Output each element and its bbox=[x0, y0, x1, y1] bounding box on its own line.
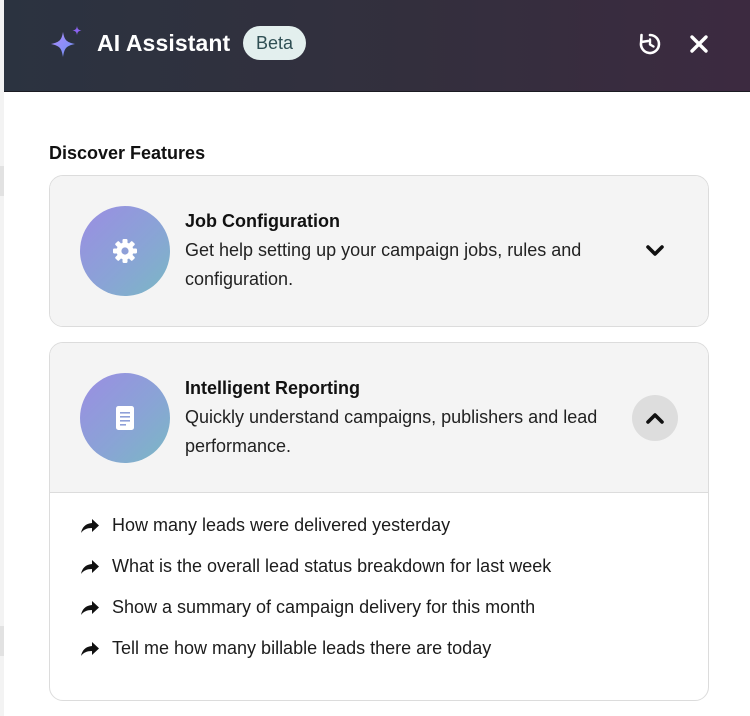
share-arrow-icon bbox=[81, 519, 99, 533]
feature-title: Intelligent Reporting bbox=[185, 378, 360, 398]
suggested-prompt[interactable]: How many leads were delivered yesterday bbox=[80, 515, 680, 556]
section-title: Discover Features bbox=[49, 143, 206, 163]
feature-card-intelligent-reporting: Intelligent Reporting Quickly understand… bbox=[49, 342, 709, 701]
suggested-prompt[interactable]: What is the overall lead status breakdow… bbox=[80, 556, 680, 597]
feature-description: Quickly understand campaigns, publishers… bbox=[185, 407, 598, 456]
ai-assistant-panel: AI Assistant Beta Discover Features Job … bbox=[4, 0, 750, 716]
feature-card-header[interactable]: Intelligent Reporting Quickly understand… bbox=[50, 343, 708, 493]
suggested-prompt-text: How many leads were delivered yesterday bbox=[112, 515, 451, 535]
expand-toggle[interactable] bbox=[632, 228, 678, 274]
feature-card-header[interactable]: Job Configuration Get help setting up yo… bbox=[50, 176, 708, 326]
feature-description: Get help setting up your campaign jobs, … bbox=[185, 240, 582, 289]
panel-header: AI Assistant Beta bbox=[4, 0, 750, 92]
history-button[interactable] bbox=[637, 31, 663, 57]
history-icon bbox=[639, 33, 661, 55]
share-arrow-icon bbox=[81, 560, 99, 574]
suggested-prompt-text: Tell me how many billable leads there ar… bbox=[112, 638, 492, 658]
suggested-prompt[interactable]: Tell me how many billable leads there ar… bbox=[80, 638, 680, 679]
suggested-prompt-text: Show a summary of campaign delivery for … bbox=[112, 597, 536, 617]
suggested-prompt[interactable]: Show a summary of campaign delivery for … bbox=[80, 597, 680, 638]
share-arrow-icon bbox=[81, 642, 99, 656]
collapse-toggle[interactable] bbox=[632, 395, 678, 441]
feature-card-job-configuration: Job Configuration Get help setting up yo… bbox=[49, 175, 709, 327]
feature-icon-circle bbox=[80, 206, 170, 296]
document-icon bbox=[116, 406, 134, 430]
share-arrow-icon bbox=[81, 601, 99, 615]
close-button[interactable] bbox=[686, 31, 712, 57]
suggested-prompt-text: What is the overall lead status breakdow… bbox=[112, 556, 552, 576]
feature-icon-circle bbox=[80, 373, 170, 463]
feature-title: Job Configuration bbox=[185, 211, 340, 231]
chevron-down-icon bbox=[646, 245, 664, 256]
close-icon bbox=[690, 35, 708, 53]
gear-icon bbox=[113, 239, 137, 263]
chevron-up-icon bbox=[646, 413, 664, 424]
suggested-prompts-list: How many leads were delivered yesterday … bbox=[80, 515, 680, 679]
panel-title: AI Assistant bbox=[97, 30, 231, 56]
sparkle-icon bbox=[51, 26, 82, 57]
beta-badge: Beta bbox=[243, 26, 307, 60]
